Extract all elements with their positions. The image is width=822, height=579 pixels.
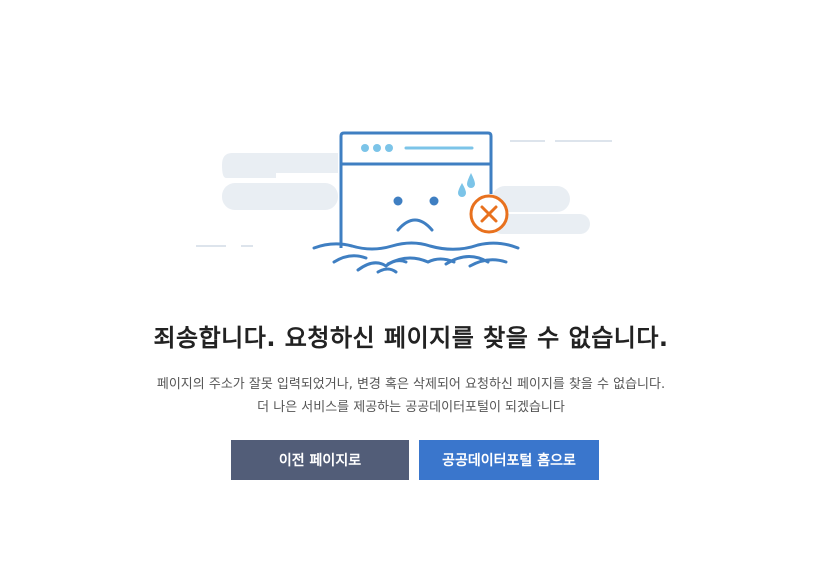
portal-home-button[interactable]: 공공데이터포털 홈으로 bbox=[419, 440, 599, 480]
error-page: 죄송합니다. 요청하신 페이지를 찾을 수 없습니다. 페이지의 주소가 잘못 … bbox=[0, 0, 822, 579]
previous-page-button[interactable]: 이전 페이지로 bbox=[231, 440, 409, 480]
error-x-icon bbox=[469, 194, 509, 234]
error-description-line1: 페이지의 주소가 잘못 입력되었거나, 변경 혹은 삭제되어 요청하신 페이지를… bbox=[156, 377, 666, 392]
error-title: 죄송합니다. 요청하신 페이지를 찾을 수 없습니다. bbox=[153, 324, 669, 352]
error-illustration bbox=[196, 131, 612, 274]
wave-decoration bbox=[312, 241, 520, 274]
error-description-line2: 더 나은 서비스를 제공하는 공공데이터포털이 되겠습니다 bbox=[257, 400, 565, 415]
sad-browser-icon bbox=[339, 131, 493, 248]
